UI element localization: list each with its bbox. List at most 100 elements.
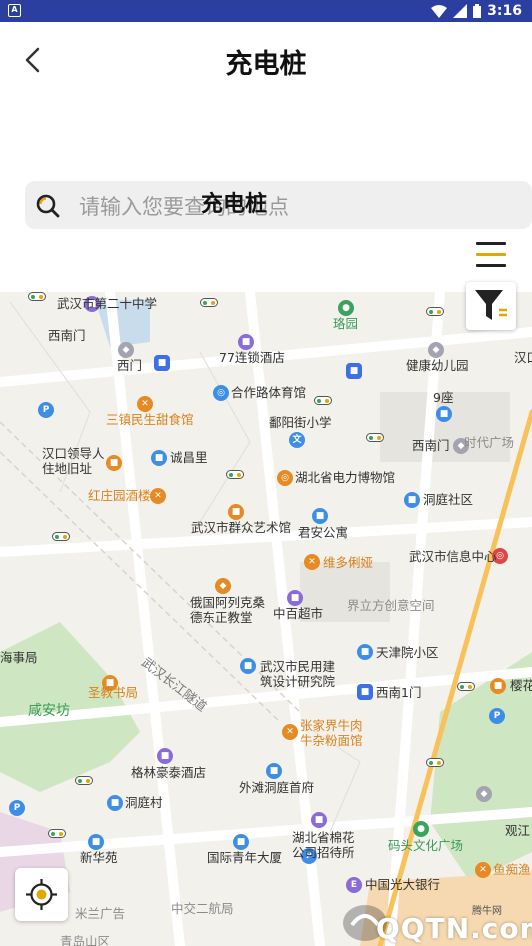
metro-station-icon[interactable] [366,433,384,442]
poi-label[interactable]: 观江 [505,823,530,838]
map-pin-residential-2[interactable]: ■ [266,763,282,779]
poi-label[interactable]: 武汉市群众艺术馆 [191,520,291,535]
poi-label[interactable]: 湖北省电力博物馆 [295,470,395,485]
map-pin-parking-2[interactable]: P [489,708,505,724]
poi-label[interactable]: 红庄园酒楼 [88,488,151,503]
poi-label[interactable]: 珞园 [333,316,358,331]
poi-label[interactable]: 海事局 [0,650,38,665]
map-pin-village[interactable]: ■ [107,795,123,811]
poi-label[interactable]: 圣教书局 [88,685,138,700]
poi-label[interactable]: 樱花 [510,678,532,693]
map-pin-gym[interactable]: ◎ [213,385,229,401]
filter-button[interactable] [466,282,516,330]
poi-label[interactable]: 诚昌里 [170,450,208,465]
poi-label[interactable]: 汉口领导人住地旧址 [42,446,114,476]
map-pin-community-2[interactable]: ■ [404,492,420,508]
map-pin-fish-restaurant[interactable]: ✕ [475,862,491,878]
poi-label[interactable]: 码头文化广场 [388,838,463,853]
map-pin-park[interactable]: ● [338,300,354,316]
map-pin-youth-tower[interactable]: ■ [233,834,249,850]
map-pin-restaurant[interactable]: ✕ [137,396,153,412]
list-menu-button[interactable] [476,242,506,270]
metro-station-icon[interactable] [426,307,444,316]
map-pin-restaurant-3[interactable]: ✕ [304,554,320,570]
map-pin-residential[interactable]: ■ [357,644,373,660]
poi-label[interactable]: 三镇民生甜食馆 [106,412,194,427]
map-pin-design-institute[interactable]: ■ [240,658,256,674]
poi-label[interactable]: 中国光大银行 [365,877,440,892]
search-input[interactable]: 请输入您要查询的地点 [25,181,532,229]
map-pin-hotel-2[interactable]: ■ [157,748,173,764]
poi-label[interactable]: 张家界牛肉牛杂粉面馆 [300,718,374,748]
poi-label[interactable]: 湖北省棉花公司招待所 [292,830,364,860]
poi-label[interactable]: 咸安坊 [28,704,70,719]
map-pin-gate[interactable]: ◆ [118,342,134,358]
map-pin-parking-3[interactable]: P [9,800,25,816]
map-pin-sakura[interactable]: ■ [490,678,506,694]
poi-label[interactable]: 合作路体育馆 [231,385,306,400]
poi-label[interactable]: 维多俐娅 [323,555,373,570]
metro-station-icon[interactable] [426,758,444,767]
map-pin-interchange[interactable]: ◆ [476,786,492,802]
metro-station-icon[interactable] [200,298,218,307]
poi-label[interactable]: 界立方创意空间 [347,598,435,613]
map-pin-school-2[interactable]: 文 [289,432,305,448]
poi-label[interactable]: 青岛山区 [60,934,110,946]
poi-label[interactable]: 新华苑 [80,850,118,865]
map-pin-plaza[interactable]: ● [413,821,429,837]
metro-station-icon[interactable] [52,532,70,541]
poi-label[interactable]: 鱼痴渔 [493,862,531,877]
poi-label[interactable]: 汉口 [514,350,532,365]
map-pin-apartment[interactable]: ■ [312,508,328,524]
map-pin-newsite[interactable]: ■ [88,834,104,850]
poi-label[interactable]: 中百超市 [273,606,323,621]
map-pin-bank[interactable]: E [346,877,362,893]
map-pin-bus[interactable]: ■ [154,355,170,371]
poi-label[interactable]: 77连锁酒店 [219,350,285,365]
poi-label[interactable]: 西南1门 [376,685,421,700]
locate-button[interactable] [15,868,68,921]
poi-label[interactable]: 俄国阿列克桑德东正教堂 [190,595,270,625]
poi-label[interactable]: 西南门 [48,328,86,343]
poi-label[interactable]: 中交二航局 [171,901,234,916]
poi-label[interactable]: 鄱阳街小学 [269,415,332,430]
map-pin-noodle-shop[interactable]: ✕ [282,724,298,740]
map-pin-parking[interactable]: P [38,402,54,418]
map-pin-restaurant-2[interactable]: ✕ [150,488,166,504]
poi-label[interactable]: 9座 [433,390,453,405]
poi-label[interactable]: 西南门 [412,438,450,453]
map-pin-bus-2[interactable]: ■ [346,363,362,379]
metro-station-icon[interactable] [314,396,332,405]
poi-label[interactable]: 武汉市信息中心 [409,549,497,564]
map-pin-guesthouse[interactable]: ■ [311,812,327,828]
map-pin-community[interactable]: ■ [151,450,167,466]
metro-station-icon[interactable] [226,470,244,479]
map-pin-hotel[interactable]: ■ [238,334,254,350]
poi-label[interactable]: 洞庭村 [125,795,163,810]
poi-label[interactable]: 洞庭社区 [423,492,473,507]
poi-label[interactable]: 西门 [117,358,142,373]
map-pin-supermarket[interactable]: ■ [287,590,303,606]
metro-station-icon[interactable] [48,829,66,838]
metro-station-icon[interactable] [457,682,475,691]
poi-label[interactable]: 国际青年大厦 [207,850,282,865]
metro-station-icon[interactable] [75,776,93,785]
map-pin-bus-3[interactable]: ■ [357,684,373,700]
poi-label[interactable]: 武汉市第二十中学 [57,296,157,311]
map-pin-museum[interactable]: ◎ [277,470,293,486]
poi-label[interactable]: 天津院小区 [376,645,439,660]
map-pin-building[interactable]: ■ [436,406,452,422]
poi-label[interactable]: 米兰广告 [75,906,125,921]
map-pin-church[interactable]: ◆ [215,578,231,594]
poi-label[interactable]: 君安公寓 [298,525,348,540]
poi-label[interactable]: 武汉市民用建筑设计研究院 [260,659,344,689]
metro-station-icon[interactable] [28,292,46,301]
map-pin-art-museum[interactable]: ■ [228,504,244,520]
poi-label[interactable]: 健康幼儿园 [406,358,469,373]
poi-label[interactable]: 格林豪泰酒店 [131,765,206,780]
map-pin-kindergarten[interactable]: ◆ [428,342,444,358]
poi-label[interactable]: 外滩洞庭首府 [239,780,314,795]
map-view[interactable]: ■ ● ◆ ■ ■ ◆ ■ ✕ ◎ P ■ 文 ◆ ■ ■ ◎ ■ ✕ ■ ■ … [0,292,532,946]
poi-label[interactable]: 时代广场 [464,435,514,450]
status-icons: 3:16 [431,2,522,20]
